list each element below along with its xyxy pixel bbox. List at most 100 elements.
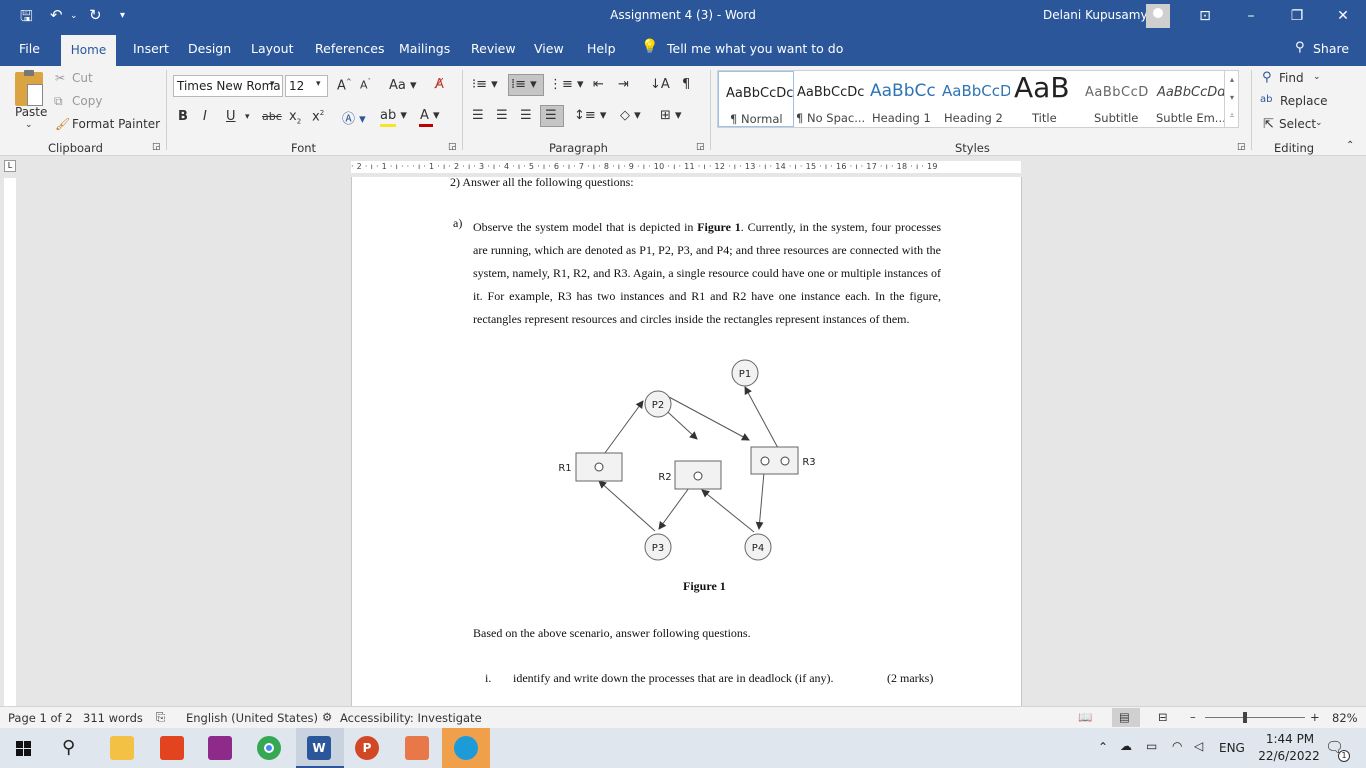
winrar-icon[interactable]: [208, 736, 232, 760]
italic-icon[interactable]: I: [203, 109, 207, 124]
style-normal[interactable]: AaBbCcDc ¶ Normal: [718, 71, 794, 127]
zoom-in-icon[interactable]: +: [1310, 710, 1320, 724]
read-mode-icon[interactable]: 📖: [1078, 710, 1092, 724]
style-title[interactable]: AaB Title: [1010, 71, 1080, 127]
clock-time[interactable]: 1:44 PM: [1261, 732, 1319, 746]
bullets-icon[interactable]: ⁝≡ ▾: [472, 77, 498, 92]
shrink-font-icon[interactable]: Aˇ: [360, 78, 371, 92]
bold-icon[interactable]: B: [178, 109, 188, 124]
tab-file[interactable]: File: [19, 41, 40, 56]
tab-view[interactable]: View: [534, 41, 564, 56]
tab-help[interactable]: Help: [587, 41, 616, 56]
maximize-icon[interactable]: ❐: [1282, 4, 1312, 28]
search-icon[interactable]: ⚲: [62, 737, 75, 758]
strikethrough-icon[interactable]: abc: [262, 110, 282, 123]
file-explorer-icon[interactable]: [110, 736, 134, 760]
tab-insert[interactable]: Insert: [133, 41, 169, 56]
tab-layout[interactable]: Layout: [251, 41, 294, 56]
sort-icon[interactable]: ↓A: [650, 77, 670, 92]
style-subtle-emphasis[interactable]: AaBbCcDd Subtle Em...: [1152, 71, 1224, 127]
format-painter-button[interactable]: Format Painter: [72, 117, 160, 131]
minimize-icon[interactable]: –: [1236, 4, 1266, 28]
clipboard-launcher-icon[interactable]: ◲: [152, 142, 161, 152]
font-launcher-icon[interactable]: ◲: [448, 142, 457, 152]
zoom-level[interactable]: 82%: [1332, 711, 1358, 725]
accessibility-status[interactable]: Accessibility: Investigate: [340, 711, 482, 725]
tab-mailings[interactable]: Mailings: [399, 41, 450, 56]
battery-icon[interactable]: ▭: [1146, 739, 1157, 753]
user-name[interactable]: Delani Kupusamy: [1043, 8, 1148, 22]
page-count[interactable]: Page 1 of 2: [8, 711, 73, 725]
office-icon[interactable]: [160, 736, 184, 760]
zoom-slider[interactable]: [1205, 717, 1305, 718]
wifi-icon[interactable]: ◠: [1172, 739, 1182, 753]
text-effects-icon[interactable]: Ⓐ ▾: [342, 108, 366, 127]
align-center-icon[interactable]: ☰: [496, 108, 508, 123]
font-size-field[interactable]: 12: [285, 75, 328, 97]
chevron-down-icon[interactable]: ⌄: [1313, 72, 1321, 82]
zoom-out-icon[interactable]: –: [1190, 710, 1196, 724]
paste-button[interactable]: Paste: [15, 105, 47, 119]
tab-home[interactable]: Home: [61, 35, 116, 66]
superscript-icon[interactable]: x2: [312, 109, 324, 124]
borders-icon[interactable]: ⊞ ▾: [660, 108, 682, 123]
avatar[interactable]: [1146, 4, 1170, 28]
grow-font-icon[interactable]: A^: [337, 78, 352, 93]
font-name-field[interactable]: Times New Roma: [173, 75, 283, 97]
styles-launcher-icon[interactable]: ◲: [1237, 142, 1246, 152]
share-button[interactable]: Share: [1313, 41, 1349, 56]
volume-icon[interactable]: ◁: [1194, 739, 1203, 753]
paragraph-a[interactable]: Observe the system model that is depicte…: [473, 216, 941, 331]
find-button[interactable]: Find: [1279, 71, 1304, 85]
style-no-spacing[interactable]: AaBbCcDc ¶ No Spac...: [794, 71, 868, 127]
subscript-icon[interactable]: x2: [289, 109, 301, 126]
tab-selector[interactable]: L: [4, 160, 16, 172]
increase-indent-icon[interactable]: ⇥: [618, 77, 629, 92]
replace-button[interactable]: Replace: [1280, 94, 1327, 108]
styles-scroll[interactable]: ▴ ▾ ⩡: [1224, 71, 1239, 127]
language-status[interactable]: English (United States): [186, 711, 318, 725]
web-layout-icon[interactable]: ⊟: [1158, 710, 1168, 724]
document-page[interactable]: 2) Answer all the following questions: a…: [351, 175, 1022, 707]
clock-date[interactable]: 22/6/2022: [1255, 749, 1323, 763]
based-on-paragraph[interactable]: Based on the above scenario, answer foll…: [473, 626, 751, 641]
multilevel-list-icon[interactable]: ⋮≡ ▾: [549, 77, 584, 92]
proofing-icon[interactable]: ⎘: [156, 710, 165, 725]
line-spacing-icon[interactable]: ↕≡ ▾: [574, 108, 606, 123]
tell-me-search[interactable]: Tell me what you want to do: [667, 41, 843, 56]
style-heading-2[interactable]: AaBbCcD Heading 2: [940, 71, 1010, 127]
chrome-icon[interactable]: [257, 736, 281, 760]
clear-formatting-icon[interactable]: A̸: [435, 77, 444, 92]
question-i-text[interactable]: identify and write down the processes th…: [513, 671, 834, 686]
align-right-icon[interactable]: ☰: [520, 108, 532, 123]
close-icon[interactable]: ✕: [1328, 4, 1358, 28]
copy-button[interactable]: Copy: [72, 94, 102, 108]
windows-start-icon[interactable]: [16, 741, 31, 756]
decrease-indent-icon[interactable]: ⇤: [593, 77, 604, 92]
tab-references[interactable]: References: [315, 41, 384, 56]
style-heading-1[interactable]: AaBbCc Heading 1: [868, 71, 940, 127]
word-icon[interactable]: W: [307, 736, 331, 760]
collapse-ribbon-icon[interactable]: ⌃: [1346, 140, 1354, 151]
style-subtitle[interactable]: AaBbCcD Subtitle: [1080, 71, 1152, 127]
align-left-icon[interactable]: ☰: [472, 108, 484, 123]
chevron-down-icon[interactable]: ⌄: [1315, 118, 1323, 128]
snipping-tool-icon[interactable]: [405, 736, 429, 760]
show-marks-icon[interactable]: ¶: [682, 77, 690, 92]
chevron-down-icon[interactable]: ▾: [316, 79, 321, 89]
chevron-down-icon[interactable]: ▾: [245, 112, 250, 122]
powerpoint-icon[interactable]: P: [355, 736, 379, 760]
paste-icon[interactable]: [15, 70, 43, 106]
input-language[interactable]: ENG: [1219, 741, 1245, 755]
word-count[interactable]: 311 words: [83, 711, 143, 725]
ribbon-display-icon[interactable]: ⊡: [1190, 4, 1220, 28]
edge-icon[interactable]: [454, 736, 478, 760]
cut-button[interactable]: Cut: [72, 71, 93, 85]
chevron-down-icon[interactable]: ▾: [270, 79, 275, 89]
tab-review[interactable]: Review: [471, 41, 516, 56]
underline-icon[interactable]: U: [226, 109, 236, 124]
tab-design[interactable]: Design: [188, 41, 231, 56]
font-color-icon[interactable]: A ▾: [420, 108, 440, 123]
paragraph-launcher-icon[interactable]: ◲: [696, 142, 705, 152]
vertical-ruler[interactable]: [4, 178, 16, 706]
